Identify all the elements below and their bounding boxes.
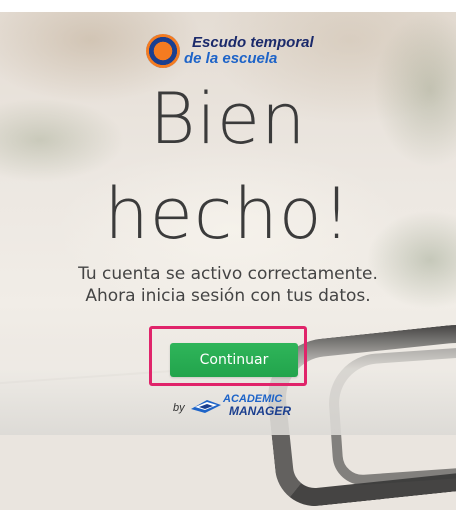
logo-title: Escudo temporal (192, 34, 314, 51)
brand-name-line-2: MANAGER (229, 404, 291, 418)
success-message-line-2: Ahora inicia sesión con tus datos. (85, 286, 371, 306)
continue-button[interactable]: Continuar (170, 343, 298, 377)
logo-subtitle: de la escuela (184, 50, 278, 67)
headline-line-2: hecho! (104, 173, 352, 255)
powered-by-label: by (173, 402, 185, 414)
success-message-line-1: Tu cuenta se activo correctamente. (78, 264, 378, 284)
powered-by-logo: by ACADEMIC MANAGER (173, 393, 313, 419)
shield-logo-icon (146, 34, 180, 68)
headline-line-1: Bien (149, 78, 307, 160)
school-logo: Escudo temporal de la escuela (146, 30, 346, 74)
success-panel: Escudo temporal de la escuela Bien hecho… (0, 0, 456, 435)
academic-manager-icon (191, 400, 221, 413)
